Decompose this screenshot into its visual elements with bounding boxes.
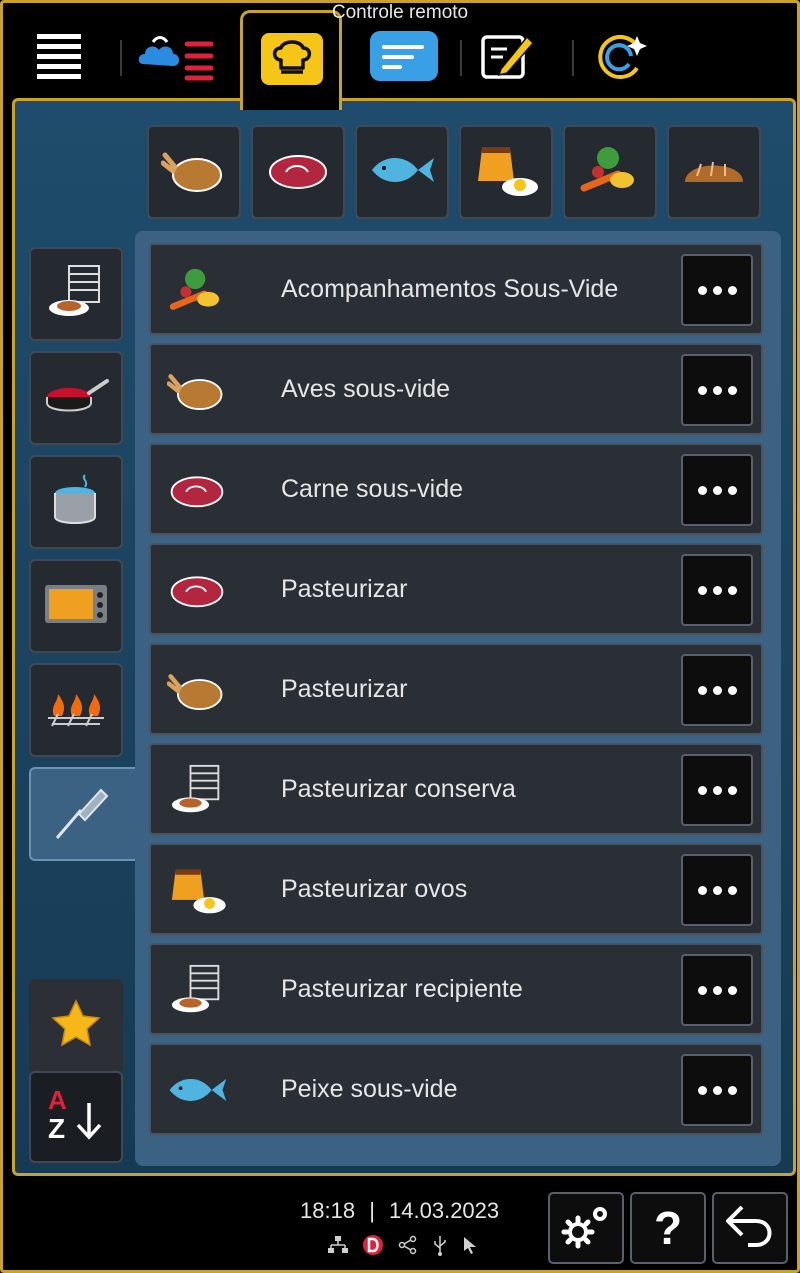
program-row[interactable]: Pasteurizar xyxy=(149,643,763,735)
sort-az-icon: A Z xyxy=(44,1085,108,1147)
program-row[interactable]: Pasteurizar xyxy=(149,543,763,635)
mode-rack-plate-button[interactable] xyxy=(29,247,123,341)
program-row[interactable]: Acompanhamentos Sous-Vide xyxy=(149,243,763,335)
program-row[interactable]: Pasteurizar recipiente xyxy=(149,943,763,1035)
mode-boiling-pot-button[interactable] xyxy=(29,455,123,549)
program-row[interactable]: Peixe sous-vide xyxy=(149,1043,763,1135)
back-button[interactable] xyxy=(712,1192,788,1264)
tab-chef-active[interactable] xyxy=(240,10,342,110)
status-icons xyxy=(328,1234,478,1261)
status-bar: 18:18 | 14.03.2023 ? xyxy=(12,1180,788,1266)
clock-time: 18:18 xyxy=(300,1198,356,1223)
program-label: Pasteurizar conserva xyxy=(281,775,516,803)
settings-button[interactable] xyxy=(548,1192,624,1264)
program-label: Pasteurizar xyxy=(281,575,408,603)
program-label: Aves sous-vide xyxy=(281,375,451,403)
program-label: Acompanhamentos Sous-Vide xyxy=(281,275,619,303)
network-icon xyxy=(328,1236,348,1259)
edit-program-icon[interactable] xyxy=(476,28,538,84)
datetime: 18:18 | 14.03.2023 xyxy=(300,1198,499,1224)
mode-frying-pan-button[interactable] xyxy=(29,351,123,445)
category-vegetables-button[interactable] xyxy=(563,125,657,219)
grill-icon xyxy=(44,686,108,735)
meat-icon xyxy=(165,459,229,521)
bread-icon xyxy=(681,150,747,195)
program-list: Acompanhamentos Sous-Vide Aves sous-vide… xyxy=(135,231,781,1166)
star-icon xyxy=(51,998,101,1052)
program-label: Pasteurizar xyxy=(281,675,408,703)
more-options-button[interactable] xyxy=(681,954,753,1026)
poultry-icon xyxy=(165,359,229,421)
remote-control-label: Controle remoto xyxy=(331,2,469,23)
category-egg-dessert-button[interactable] xyxy=(459,125,553,219)
egg-dessert-icon xyxy=(165,859,229,921)
program-list-icon[interactable] xyxy=(366,28,442,84)
main-panel: Acompanhamentos Sous-Vide Aves sous-vide… xyxy=(12,98,796,1176)
meat-icon xyxy=(266,148,330,197)
chef-hat-icon xyxy=(261,33,323,85)
connectivity-d-icon xyxy=(362,1234,384,1261)
more-options-button[interactable] xyxy=(681,754,753,826)
program-label: Peixe sous-vide xyxy=(281,1075,458,1103)
program-row[interactable]: Pasteurizar ovos xyxy=(149,843,763,935)
program-label: Pasteurizar ovos xyxy=(281,875,468,903)
program-label: Pasteurizar recipiente xyxy=(281,975,523,1003)
back-arrow-icon xyxy=(724,1203,776,1254)
mode-core-probe-button[interactable] xyxy=(29,767,135,861)
rack-plate-icon xyxy=(165,759,229,821)
category-bread-button[interactable] xyxy=(667,125,761,219)
vegetables-icon xyxy=(578,144,642,201)
category-fish-button[interactable] xyxy=(355,125,449,219)
mode-oven-button[interactable] xyxy=(29,559,123,653)
more-options-button[interactable] xyxy=(681,354,753,426)
mode-grill-button[interactable] xyxy=(29,663,123,757)
usb-icon xyxy=(432,1234,448,1261)
more-options-button[interactable] xyxy=(681,854,753,926)
rack-plate-icon xyxy=(45,264,107,325)
core-probe-icon xyxy=(51,780,115,849)
rack-plate-icon xyxy=(165,959,229,1021)
more-options-button[interactable] xyxy=(681,1054,753,1126)
menu-lines-icon[interactable] xyxy=(28,28,90,84)
fish-icon xyxy=(165,1059,229,1121)
boiling-pot-icon xyxy=(47,471,105,534)
current-date: 14.03.2023 xyxy=(389,1198,500,1223)
frying-pan-icon xyxy=(43,373,109,424)
share-icon xyxy=(398,1235,418,1260)
more-options-button[interactable] xyxy=(681,654,753,726)
egg-dessert-icon xyxy=(472,141,540,204)
poultry-icon xyxy=(165,659,229,721)
gear-icon xyxy=(558,1202,614,1255)
program-label: Carne sous-vide xyxy=(281,475,464,503)
intelligent-cooking-icon[interactable] xyxy=(590,28,652,84)
vegetables-icon xyxy=(165,259,229,321)
cursor-icon xyxy=(462,1235,478,1260)
program-row[interactable]: Pasteurizar conserva xyxy=(149,743,763,835)
datetime-separator: | xyxy=(369,1198,375,1223)
more-options-button[interactable] xyxy=(681,254,753,326)
help-button[interactable]: ? xyxy=(630,1192,706,1264)
meat-icon xyxy=(165,559,229,621)
steam-heat-icon[interactable] xyxy=(134,28,220,84)
program-row[interactable]: Aves sous-vide xyxy=(149,343,763,435)
category-poultry-button[interactable] xyxy=(147,125,241,219)
sort-letter-top: A xyxy=(48,1085,67,1115)
favorites-button[interactable] xyxy=(29,979,123,1071)
sort-az-button[interactable]: A Z xyxy=(29,1071,123,1163)
category-meat-button[interactable] xyxy=(251,125,345,219)
more-options-button[interactable] xyxy=(681,554,753,626)
sort-letter-bottom: Z xyxy=(48,1113,66,1144)
fish-icon xyxy=(368,150,436,195)
oven-icon xyxy=(43,581,109,632)
more-options-button[interactable] xyxy=(681,454,753,526)
help-icon: ? xyxy=(653,1202,683,1254)
poultry-icon xyxy=(160,145,227,200)
program-row[interactable]: Carne sous-vide xyxy=(149,443,763,535)
